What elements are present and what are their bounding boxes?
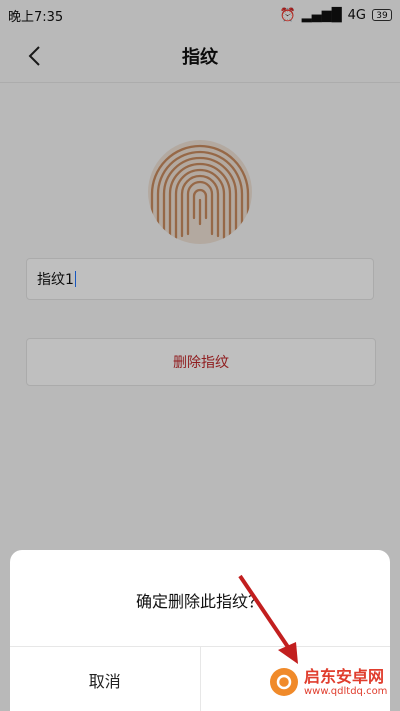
cancel-button[interactable]: 取消 (10, 647, 200, 711)
cancel-label: 取消 (88, 671, 121, 691)
dialog-buttons: 取消 (10, 646, 390, 711)
dialog-message: 确定删除此指纹？ (135, 592, 264, 611)
confirm-button[interactable] (199, 647, 391, 711)
confirm-delete-dialog: 确定删除此指纹？ 取消 (10, 550, 390, 711)
